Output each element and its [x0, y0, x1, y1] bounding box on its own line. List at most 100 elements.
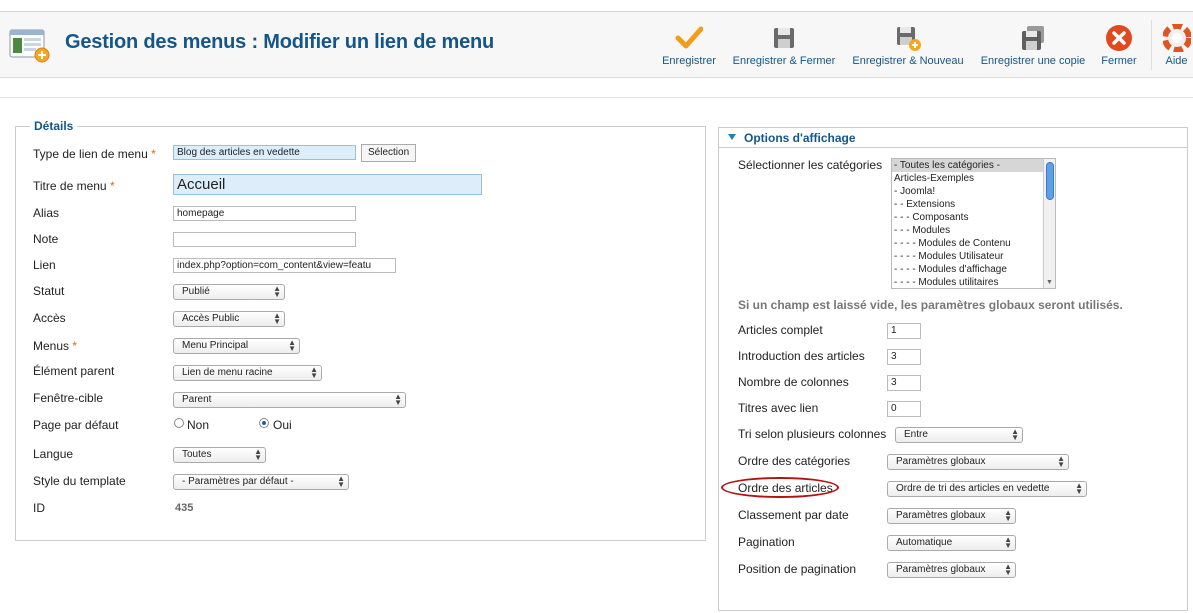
submenu-band [0, 78, 1193, 98]
select-arrows-icon: ▲ ▼ [1075, 481, 1083, 496]
save-button[interactable]: Enregistrer [661, 18, 717, 72]
help-button[interactable]: Aide [1160, 18, 1193, 72]
status-select[interactable]: Publié ▲ ▼ [173, 284, 285, 300]
category-option[interactable]: - - - Modules [892, 224, 1055, 237]
menu-title-label: Titre de menu * [33, 179, 115, 193]
category-option[interactable]: - - - - Modules d'affichage [892, 263, 1055, 276]
scrollbar-thumb[interactable] [1046, 162, 1054, 200]
intro-articles-label: Introduction des articles [738, 349, 865, 363]
radio-non[interactable] [174, 418, 184, 428]
select-arrows-icon: ▲ ▼ [1004, 535, 1012, 550]
id-value: 435 [175, 502, 194, 514]
article-order-value: Ordre de tri des articles en vedette [896, 483, 1050, 494]
category-option[interactable]: - - - - Modules utilitaires [892, 276, 1055, 288]
articles-complet-input[interactable]: 1 [887, 323, 921, 339]
menu-type-field[interactable]: Blog des articles en vedette [173, 145, 356, 160]
pagination-position-select[interactable]: Paramètres globaux ▲ ▼ [887, 562, 1016, 578]
select-arrows-icon: ▲ ▼ [1057, 454, 1065, 469]
links-label: Titres avec lien [738, 401, 819, 415]
category-option[interactable]: - - - - Modules Utilisateur [892, 250, 1055, 263]
save-close-button[interactable]: Enregistrer & Fermer [731, 18, 837, 72]
category-option[interactable]: - Toutes les catégories - [892, 159, 1055, 172]
categories-label: Sélectionner les catégories [738, 158, 883, 172]
article-order-select[interactable]: Ordre de tri des articles en vedette ▲ ▼ [887, 481, 1087, 497]
check-icon [675, 24, 704, 52]
save-copy-button[interactable]: Enregistrer une copie [979, 18, 1087, 72]
select-arrows-icon: ▲ ▼ [1004, 508, 1012, 523]
columns-label: Nombre de colonnes [738, 375, 849, 389]
articles-complet-label: Articles complet [738, 323, 823, 337]
columns-input[interactable]: 3 [887, 375, 921, 391]
display-options-panel: Options d'affichage Sélectionner les cat… [718, 127, 1188, 611]
category-option[interactable]: - - Extensions [892, 198, 1055, 211]
page-title: Gestion des menus : Modifier un lien de … [65, 31, 495, 53]
category-option[interactable]: Articles-Exemples [892, 172, 1055, 185]
target-select[interactable]: Parent ▲ ▼ [173, 392, 406, 408]
top-strip [0, 0, 1193, 12]
multi-column-order-value: Entre [904, 429, 928, 440]
pagination-position-label: Position de pagination [738, 562, 857, 576]
links-input[interactable]: 0 [887, 401, 921, 417]
listbox-scrollbar[interactable]: ▼ [1043, 159, 1055, 288]
close-button[interactable]: Fermer [1099, 18, 1139, 72]
help-label: Aide [1165, 55, 1188, 67]
parent-label: Élément parent [33, 364, 115, 378]
save-close-label: Enregistrer & Fermer [732, 55, 836, 67]
multi-column-order-label: Tri selon plusieurs colonnes [738, 427, 887, 441]
save-close-icon [770, 24, 798, 52]
display-options-header[interactable]: Options d'affichage [719, 128, 1187, 148]
select-menu-type-button[interactable]: Sélection [361, 144, 417, 162]
category-order-label: Ordre des catégories [738, 454, 851, 468]
close-icon [1105, 24, 1133, 52]
pagination-select[interactable]: Automatique ▲ ▼ [887, 535, 1016, 551]
category-option[interactable]: - - - - Modules de Contenu [892, 237, 1055, 250]
save-new-icon [894, 24, 922, 52]
template-style-label: Style du template [33, 474, 126, 488]
select-arrows-icon: ▲ ▼ [1004, 562, 1012, 577]
category-option[interactable]: - - - Composants [892, 211, 1055, 224]
status-label: Statut [33, 284, 65, 298]
select-arrows-icon: ▲ ▼ [310, 365, 318, 380]
save-copy-icon [1019, 24, 1047, 52]
status-value: Publié [182, 286, 210, 297]
pagination-label: Pagination [738, 535, 795, 549]
details-fieldset: Détails Type de lien de menu * Blog des … [15, 119, 706, 541]
required-marker: * [109, 179, 115, 193]
alias-input[interactable]: homepage [173, 206, 356, 221]
menu-type-label: Type de lien de menu * [33, 147, 156, 161]
note-input[interactable] [173, 232, 356, 247]
menu-select[interactable]: Menu Principal ▲ ▼ [173, 338, 300, 354]
multi-column-order-select[interactable]: Entre ▲ ▼ [895, 427, 1023, 443]
category-order-select[interactable]: Paramètres globaux ▲ ▼ [887, 454, 1069, 470]
language-select[interactable]: Toutes ▲ ▼ [173, 447, 266, 463]
annotation-circle [721, 477, 839, 498]
save-new-label: Enregistrer & Nouveau [852, 55, 964, 67]
default-page-label: Page par défaut [33, 418, 119, 432]
note-label: Note [33, 232, 59, 246]
template-style-select[interactable]: - Paramètres par défaut - ▲ ▼ [173, 474, 349, 490]
parent-select[interactable]: Lien de menu racine ▲ ▼ [173, 365, 322, 381]
details-legend: Détails [30, 119, 78, 133]
categories-listbox[interactable]: - Toutes les catégories - Articles-Exemp… [891, 158, 1056, 289]
save-label: Enregistrer [662, 55, 716, 67]
date-order-select[interactable]: Paramètres globaux ▲ ▼ [887, 508, 1016, 524]
scroll-down-icon[interactable]: ▼ [1046, 279, 1053, 286]
display-options-title: Options d'affichage [744, 131, 856, 145]
id-label: ID [33, 501, 45, 515]
category-option[interactable]: - Joomla! [892, 185, 1055, 198]
pagination-value: Automatique [896, 537, 953, 548]
menu-title-input[interactable]: Accueil [173, 174, 482, 195]
link-input[interactable]: index.php?option=com_content&view=featu [173, 258, 396, 273]
save-new-button[interactable]: Enregistrer & Nouveau [851, 18, 965, 72]
select-arrows-icon: ▲ ▼ [273, 311, 281, 326]
required-marker: * [151, 147, 156, 161]
access-select[interactable]: Accès Public ▲ ▼ [173, 311, 285, 327]
date-order-label: Classement par date [738, 508, 849, 522]
intro-articles-input[interactable]: 3 [887, 349, 921, 365]
access-value: Accès Public [182, 313, 240, 324]
menu-manager-icon [9, 27, 51, 63]
radio-non-label: Non [187, 418, 210, 432]
radio-oui[interactable] [259, 418, 269, 428]
help-icon [1161, 23, 1192, 53]
access-label: Accès [33, 311, 66, 325]
